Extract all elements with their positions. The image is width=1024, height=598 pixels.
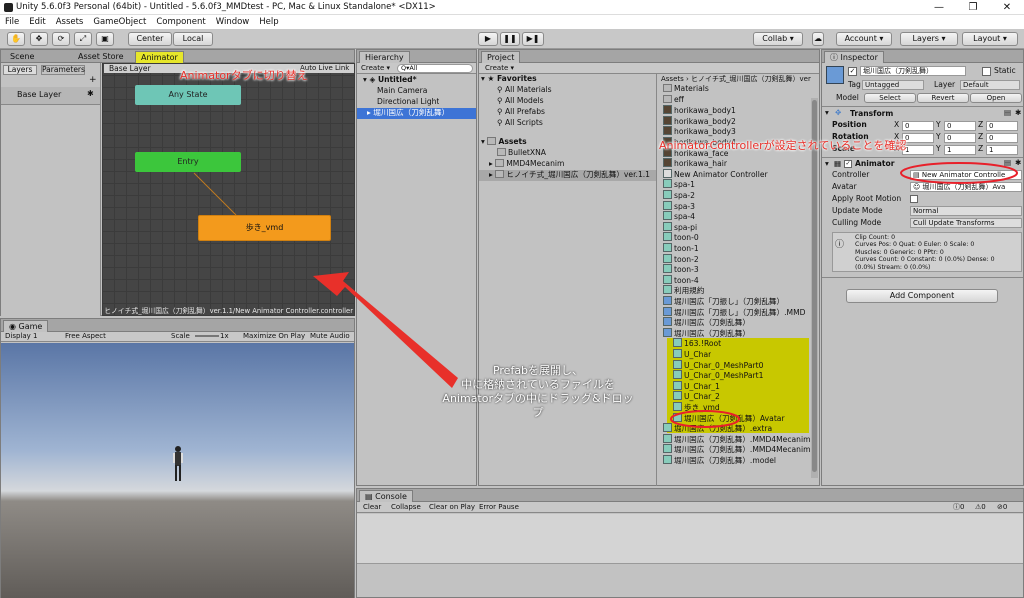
controller-highlight-circle xyxy=(900,162,1018,184)
annotation-line: Prefabを展開し、 xyxy=(492,364,584,377)
walk-vmd-highlight-circle xyxy=(670,410,740,428)
annotation-line: Animatorタブの中にドラッグ&ドロップ xyxy=(442,392,634,419)
annotation-line: 中に格納されているファイルを xyxy=(461,378,615,391)
annotation-animator-tab: Animatorタブに切り替え xyxy=(180,69,308,82)
annotation-overlay xyxy=(313,162,1018,428)
drag-arrow xyxy=(313,272,458,388)
annotation-controller-check: AnimatorControllerが設定されていることを確認 xyxy=(659,139,907,152)
annotation-prefab-instructions: Prefabを展開し、 中に格納されているファイルを Animatorタブの中に… xyxy=(438,364,638,420)
